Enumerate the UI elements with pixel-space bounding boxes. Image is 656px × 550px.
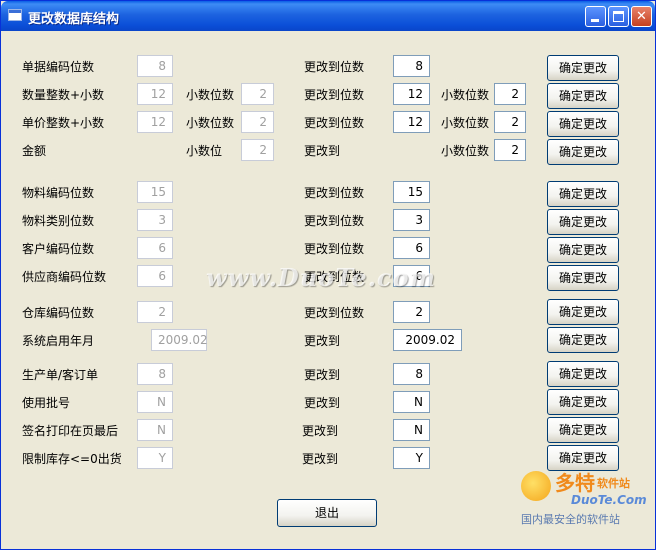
- new-value-input[interactable]: 6: [393, 237, 430, 259]
- decimal-label: 小数位: [186, 144, 223, 158]
- new-value-input[interactable]: 2: [393, 301, 430, 323]
- row-label: 签名打印在页最后: [22, 424, 119, 438]
- current-decimal-field: 2: [241, 139, 274, 161]
- current-value-field: 2: [137, 301, 173, 323]
- row-label: 生产单/客订单: [22, 368, 99, 382]
- change-label: 更改到位数: [304, 60, 365, 74]
- new-decimal-label: 小数位数: [441, 116, 490, 130]
- change-label: 更改到位数: [304, 242, 365, 256]
- minimize-button[interactable]: [585, 6, 606, 27]
- change-label: 更改到: [304, 396, 341, 410]
- new-value-input[interactable]: 8: [393, 55, 430, 77]
- change-label: 更改到: [304, 334, 341, 348]
- row-label: 系统启用年月: [22, 334, 95, 348]
- form-area: 单据编码位数 8 更改到位数 8 确定更改 数量整数+小数 12 小数位数 2 …: [1, 31, 655, 549]
- change-label: 更改到: [304, 144, 341, 158]
- confirm-change-button[interactable]: 确定更改: [547, 445, 619, 471]
- new-decimal-label: 小数位数: [441, 88, 490, 102]
- new-value-input[interactable]: Y: [393, 447, 430, 469]
- confirm-change-button[interactable]: 确定更改: [547, 55, 619, 81]
- confirm-change-button[interactable]: 确定更改: [547, 361, 619, 387]
- change-label: 更改到位数: [304, 270, 365, 284]
- confirm-change-button[interactable]: 确定更改: [547, 111, 619, 137]
- new-decimal-input[interactable]: 2: [494, 83, 526, 105]
- change-label: 更改到: [302, 452, 339, 466]
- change-label: 更改到: [304, 368, 341, 382]
- decimal-label: 小数位数: [186, 88, 235, 102]
- change-label: 更改到位数: [304, 306, 365, 320]
- row-label: 仓库编码位数: [22, 306, 95, 320]
- new-value-input[interactable]: N: [393, 419, 430, 441]
- minimize-icon: [591, 19, 599, 22]
- row-label: 限制库存<=0出货: [22, 452, 122, 466]
- maximize-icon: [613, 11, 624, 22]
- current-decimal-field: 2: [241, 111, 274, 133]
- new-value-input[interactable]: 3: [393, 209, 430, 231]
- row-label: 物料编码位数: [22, 186, 95, 200]
- main-window: 更改数据库结构 ✕ 单据编码位数 8 更改到位数 8 确定更改 数量整数+小数 …: [0, 0, 656, 550]
- close-icon: ✕: [636, 9, 647, 24]
- current-decimal-field: 2: [241, 83, 274, 105]
- change-label: 更改到位数: [304, 116, 365, 130]
- current-value-field: 3: [137, 209, 173, 231]
- new-value-input[interactable]: 8: [393, 363, 430, 385]
- mascot-icon: [521, 471, 551, 501]
- title-bar[interactable]: 更改数据库结构 ✕: [1, 1, 655, 31]
- site-logo: 多特 软件站 DuoTe.Com 国内最安全的软件站: [521, 467, 649, 537]
- row-label: 物料类别位数: [22, 214, 95, 228]
- current-value-field: 6: [137, 237, 173, 259]
- logo-domain: DuoTe.Com: [571, 493, 647, 507]
- logo-tagline: 国内最安全的软件站: [521, 513, 620, 526]
- new-value-input[interactable]: 15: [393, 181, 430, 203]
- new-decimal-label: 小数位数: [441, 144, 490, 158]
- change-label: 更改到位数: [304, 88, 365, 102]
- current-value-field: 6: [137, 265, 173, 287]
- logo-sub: 软件站: [597, 477, 630, 490]
- change-label: 更改到位数: [304, 186, 365, 200]
- confirm-change-button[interactable]: 确定更改: [547, 327, 619, 353]
- current-value-field: N: [137, 419, 173, 441]
- new-value-input[interactable]: 2009.02: [393, 329, 462, 351]
- logo-brand: 多特: [555, 471, 595, 495]
- window-icon: [8, 9, 22, 21]
- row-label: 金额: [22, 144, 47, 158]
- new-value-input[interactable]: 12: [393, 111, 430, 133]
- close-button[interactable]: ✕: [631, 6, 652, 27]
- row-label: 供应商编码位数: [22, 270, 107, 284]
- confirm-change-button[interactable]: 确定更改: [547, 299, 619, 325]
- confirm-change-button[interactable]: 确定更改: [547, 417, 619, 443]
- current-value-field: 15: [137, 181, 173, 203]
- row-label: 数量整数+小数: [22, 88, 105, 102]
- exit-button[interactable]: 退出: [277, 499, 377, 527]
- row-label: 单据编码位数: [22, 60, 95, 74]
- confirm-change-button[interactable]: 确定更改: [547, 209, 619, 235]
- current-value-field: 8: [137, 363, 173, 385]
- current-value-field: 2009.02: [151, 329, 208, 351]
- current-value-field: 12: [137, 83, 173, 105]
- new-decimal-input[interactable]: 2: [494, 139, 526, 161]
- current-value-field: N: [137, 391, 173, 413]
- confirm-change-button[interactable]: 确定更改: [547, 237, 619, 263]
- maximize-button[interactable]: [608, 6, 629, 27]
- decimal-label: 小数位数: [186, 116, 235, 130]
- new-value-input[interactable]: 12: [393, 83, 430, 105]
- current-value-field: 8: [137, 55, 173, 77]
- window-title: 更改数据库结构: [28, 12, 120, 27]
- confirm-change-button[interactable]: 确定更改: [547, 181, 619, 207]
- row-label: 使用批号: [22, 396, 71, 410]
- row-label: 单价整数+小数: [22, 116, 105, 130]
- current-value-field: 12: [137, 111, 173, 133]
- confirm-change-button[interactable]: 确定更改: [547, 389, 619, 415]
- confirm-change-button[interactable]: 确定更改: [547, 83, 619, 109]
- new-value-input[interactable]: 6: [393, 265, 430, 287]
- new-decimal-input[interactable]: 2: [494, 111, 526, 133]
- current-value-field: Y: [137, 447, 173, 469]
- row-label: 客户编码位数: [22, 242, 95, 256]
- change-label: 更改到位数: [304, 214, 365, 228]
- change-label: 更改到: [302, 424, 339, 438]
- confirm-change-button[interactable]: 确定更改: [547, 139, 619, 165]
- confirm-change-button[interactable]: 确定更改: [547, 265, 619, 291]
- new-value-input[interactable]: N: [393, 391, 430, 413]
